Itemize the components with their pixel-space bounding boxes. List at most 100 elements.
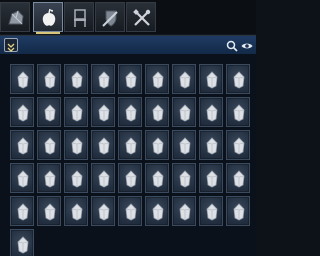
crystal-ore-icon [17,203,29,221]
crystal-ore-icon [179,203,191,221]
inventory-slot[interactable] [145,130,169,160]
crystal-ore-icon [179,137,191,155]
inventory-grid [10,64,255,256]
crystal-ore-icon [206,71,218,89]
eye-icon [241,43,253,49]
inventory-slot[interactable] [118,130,142,160]
shield-sword-icon [102,10,118,27]
inventory-slot[interactable] [172,163,196,193]
crystal-ore-icon [125,104,137,122]
inventory-slot[interactable] [10,64,34,94]
inventory-slot[interactable] [199,64,223,94]
inventory-slot[interactable] [91,97,115,127]
inventory-slot[interactable] [226,130,250,160]
sort-button[interactable] [4,38,18,52]
inventory-slot[interactable] [64,97,88,127]
inventory-slot[interactable] [91,130,115,160]
crystal-ore-icon [233,71,245,89]
inventory-slot[interactable] [172,97,196,127]
crystal-ore-icon [17,104,29,122]
inventory-slot[interactable] [91,196,115,226]
inventory-slot[interactable] [37,130,61,160]
crystal-ore-icon [233,104,245,122]
crystal-ore-icon [17,170,29,188]
chair-icon [74,9,86,27]
crystal-ore-icon [179,104,191,122]
crystal-ore-icon [71,104,83,122]
tab-equipment[interactable] [95,2,125,32]
inventory-slot[interactable] [37,196,61,226]
inventory-slot[interactable] [10,130,34,160]
inventory-slot[interactable] [91,163,115,193]
tab-materials[interactable] [0,2,30,32]
fruit-icon [42,8,56,26]
inventory-slot[interactable] [199,97,223,127]
inventory-slot[interactable] [37,97,61,127]
search-button[interactable] [225,38,239,52]
crystal-ore-icon [206,104,218,122]
inventory-slot[interactable] [172,130,196,160]
inventory-slot[interactable] [172,64,196,94]
inventory-slot[interactable] [226,196,250,226]
inventory-slot[interactable] [145,163,169,193]
crystal-ore-icon [98,137,110,155]
inventory-slot[interactable] [118,97,142,127]
inventory-slot[interactable] [145,196,169,226]
crystal-ore-icon [98,71,110,89]
inventory-slot[interactable] [10,163,34,193]
crystal-ore-icon [44,170,56,188]
inventory-slot[interactable] [91,64,115,94]
inventory-slot[interactable] [37,163,61,193]
inventory-slot[interactable] [145,97,169,127]
sort-icon [7,43,15,52]
crystal-ore-icon [233,170,245,188]
crystal-ore-icon [98,170,110,188]
crystal-ore-icon [17,71,29,89]
crystal-ore-icon [98,203,110,221]
inventory-slot[interactable] [10,97,34,127]
crystal-ore-icon [206,170,218,188]
view-toggle-button[interactable] [240,38,254,52]
inventory-slot[interactable] [199,163,223,193]
ore-icon [8,10,24,25]
crystal-ore-icon [71,203,83,221]
crystal-ore-icon [233,137,245,155]
category-tab-bar [0,0,256,34]
inventory-slot[interactable] [64,163,88,193]
inventory-slot[interactable] [10,229,34,256]
inventory-slot[interactable] [64,130,88,160]
inventory-slot[interactable] [64,64,88,94]
inventory-window [0,0,256,256]
inventory-slot[interactable] [199,196,223,226]
crystal-ore-icon [152,170,164,188]
inventory-slot[interactable] [226,163,250,193]
inventory-slot[interactable] [64,196,88,226]
crystal-ore-icon [233,203,245,221]
inventory-slot[interactable] [10,196,34,226]
inventory-slot[interactable] [118,196,142,226]
crystal-ore-icon [206,203,218,221]
inventory-slot[interactable] [37,64,61,94]
inventory-grid-area [0,54,256,256]
inventory-slot[interactable] [226,97,250,127]
inventory-slot[interactable] [226,64,250,94]
inventory-slot[interactable] [172,196,196,226]
crystal-ore-icon [125,203,137,221]
crystal-ore-icon [125,137,137,155]
tab-furniture[interactable] [64,2,94,32]
inventory-slot[interactable] [118,64,142,94]
crystal-ore-icon [17,137,29,155]
crystal-ore-icon [152,104,164,122]
inventory-slot[interactable] [199,130,223,160]
inventory-slot[interactable] [118,163,142,193]
crystal-ore-icon [206,137,218,155]
crystal-ore-icon [44,104,56,122]
crystal-ore-icon [17,236,29,254]
inventory-slot[interactable] [145,64,169,94]
crystal-ore-icon [98,104,110,122]
inventory-toolbar [0,36,256,55]
crystal-ore-icon [152,137,164,155]
crossed-tools-icon [133,9,151,26]
tab-tools[interactable] [126,2,156,32]
tab-consumables[interactable] [33,2,63,34]
